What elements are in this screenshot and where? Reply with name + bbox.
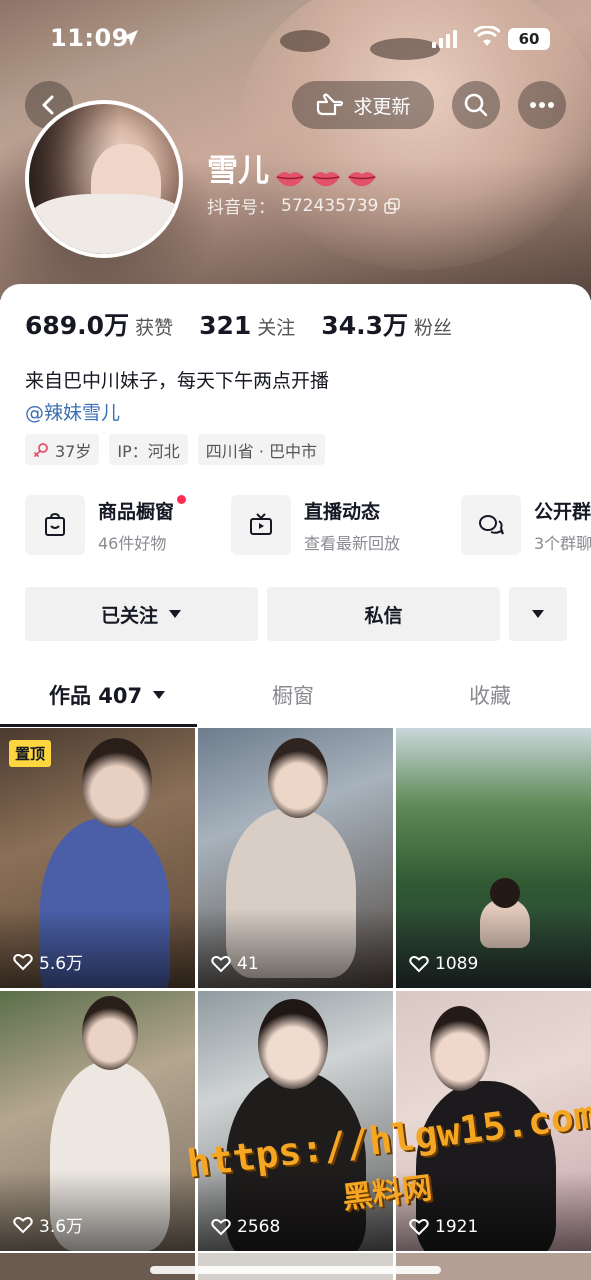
tab-works-label: 作品 407 — [49, 684, 143, 708]
search-button[interactable] — [452, 81, 500, 129]
like-count: 5.6万 — [13, 949, 83, 974]
stat-label: 获赞 — [135, 317, 174, 339]
request-update-label: 求更新 — [353, 95, 411, 118]
feature-live[interactable]: 直播动态 查看最新回放 — [231, 494, 400, 556]
stat-following[interactable]: 321 关注 — [199, 311, 295, 340]
like-count-text: 5.6万 — [39, 954, 84, 974]
message-button[interactable]: 私信 — [267, 587, 500, 641]
message-label: 私信 — [364, 604, 403, 627]
pointing-hand-icon — [317, 93, 344, 116]
feature-group[interactable]: 公开群 3个群聊 — [461, 494, 591, 556]
mention-link[interactable]: @辣妹雪儿 — [25, 398, 120, 425]
content-tabs: 作品 407 橱窗 收藏 — [0, 662, 591, 726]
active-tab-indicator — [0, 724, 197, 727]
profile-bio: 来自巴中川妹子，每天下午两点开播 — [25, 370, 330, 392]
like-count: 3.6万 — [13, 1212, 83, 1237]
chat-bubbles-icon — [461, 495, 521, 555]
search-icon — [464, 93, 488, 117]
feature-subtitle: 查看最新回放 — [304, 533, 401, 553]
douyin-id-label: 抖音号： — [207, 198, 275, 218]
more-button[interactable] — [518, 81, 566, 129]
profile-tags: 37岁 IP：河北 四川省 · 巴中市 — [25, 434, 326, 465]
stat-likes[interactable]: 689.0万 获赞 — [25, 306, 173, 342]
followed-button[interactable]: 已关注 — [25, 587, 258, 641]
request-update-button[interactable]: 求更新 — [292, 81, 434, 129]
like-count-text: 1089 — [435, 954, 479, 974]
stats-row: 689.0万 获赞 321 关注 34.3万 粉丝 — [25, 306, 452, 342]
home-indicator[interactable] — [150, 1266, 441, 1274]
caret-down-icon — [153, 691, 166, 699]
heart-icon — [13, 953, 33, 970]
video-thumbnail[interactable]: 1089 — [396, 728, 591, 988]
caret-down-icon — [532, 610, 544, 618]
location-arrow-icon — [120, 28, 140, 52]
profile-nickname: 雪儿 — [207, 145, 377, 190]
stat-value: 321 — [199, 311, 252, 340]
tag-location: 四川省 · 巴中市 — [197, 434, 326, 465]
tag-ip-text: IP：河北 — [117, 441, 180, 461]
watermark-name: 黑料网 — [340, 1170, 435, 1217]
lips-icon — [275, 159, 305, 186]
status-bar: 11:09 60 — [0, 0, 591, 80]
stat-value: 689.0万 — [25, 311, 130, 340]
tab-showcase[interactable]: 橱窗 — [272, 680, 314, 710]
notification-dot — [177, 494, 187, 504]
cellular-signal-icon — [432, 28, 457, 48]
like-count-text: 3.6万 — [39, 1217, 84, 1237]
stat-label: 关注 — [257, 317, 296, 339]
lips-icon — [347, 159, 377, 186]
heart-icon — [13, 1216, 33, 1233]
feature-subtitle: 3个群聊 — [534, 533, 591, 553]
lips-icon — [311, 159, 341, 186]
wifi-icon — [472, 25, 502, 52]
heart-icon — [211, 956, 231, 973]
like-count: 41 — [211, 954, 259, 974]
action-buttons: 已关注 私信 — [25, 587, 567, 641]
feature-title: 直播动态 — [304, 500, 381, 523]
stat-label: 粉丝 — [413, 317, 452, 339]
feature-showcase[interactable]: 商品橱窗 46件好物 — [25, 494, 187, 556]
stat-value: 34.3万 — [321, 311, 408, 340]
like-count-text: 41 — [237, 954, 259, 974]
douyin-id-row[interactable]: 抖音号： 572435739 — [207, 193, 401, 218]
nickname-text: 雪儿 — [207, 153, 269, 189]
followed-label: 已关注 — [100, 604, 158, 627]
feature-subtitle: 46件好物 — [98, 533, 167, 553]
stat-followers[interactable]: 34.3万 粉丝 — [321, 306, 452, 342]
shopping-bag-icon — [25, 495, 85, 555]
pinned-badge: 置顶 — [9, 740, 52, 767]
status-time: 11:09 — [50, 24, 129, 52]
feature-title: 商品橱窗 — [98, 500, 175, 523]
battery-level: 60 — [508, 28, 550, 50]
heart-icon — [409, 956, 429, 973]
like-count: 1089 — [409, 954, 478, 974]
video-thumbnail[interactable]: 41 — [198, 728, 393, 988]
tag-age: 37岁 — [25, 434, 100, 465]
tab-favorites[interactable]: 收藏 — [469, 680, 511, 710]
tab-favorites-label: 收藏 — [469, 684, 511, 708]
recommend-dropdown-button[interactable] — [509, 587, 567, 641]
video-thumbnail[interactable]: 3.6万 — [0, 991, 195, 1251]
video-thumbnail[interactable]: 置顶 5.6万 — [0, 728, 195, 988]
tag-location-text: 四川省 · 巴中市 — [205, 441, 318, 461]
tab-works[interactable]: 作品 407 — [49, 680, 166, 710]
feature-title: 公开群 — [534, 500, 591, 523]
tv-icon — [231, 495, 291, 555]
more-dots-icon — [530, 102, 554, 108]
feature-entries: 商品橱窗 46件好物 直播动态 查看最新回放 公开群 3个群聊 — [25, 494, 591, 556]
caret-down-icon — [169, 610, 181, 618]
tag-age-text: 37岁 — [55, 441, 92, 461]
tag-ip: IP：河北 — [109, 434, 188, 465]
copy-icon[interactable] — [384, 197, 401, 214]
tab-showcase-label: 橱窗 — [272, 684, 314, 708]
female-symbol-icon — [34, 442, 48, 457]
douyin-id-value: 572435739 — [281, 195, 379, 216]
avatar[interactable] — [25, 100, 183, 258]
